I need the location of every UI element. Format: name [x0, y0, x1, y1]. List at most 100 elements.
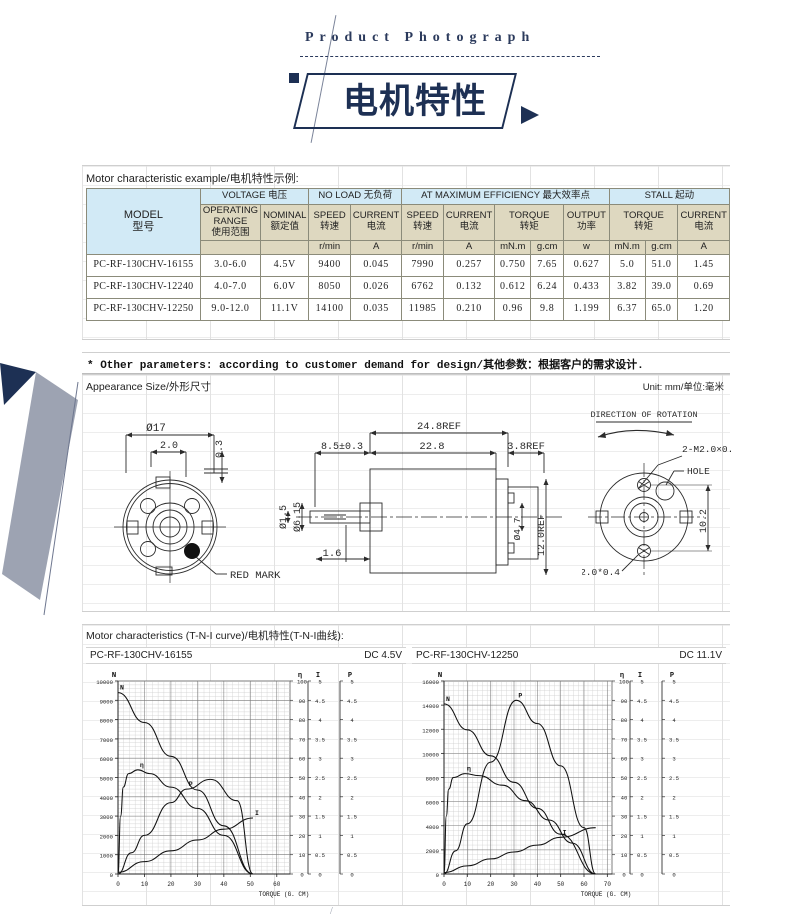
y-tick-label: 4000: [100, 795, 114, 802]
secondary-tick-label: 0.5: [669, 852, 679, 859]
secondary-tick-label: 4: [318, 717, 322, 724]
motor-spec-table: MODEL 型号 VOLTAGE 电压 NO LOAD 无负荷 AT MAXIM…: [86, 188, 731, 321]
footer-mark: /: [330, 906, 333, 917]
secondary-tick-label: 1.5: [669, 814, 679, 821]
unit-eff-current: A: [442, 239, 496, 255]
series-label-P: P: [518, 692, 522, 699]
x-tick-label: 50: [247, 881, 255, 888]
secondary-tick-label: 3: [350, 756, 353, 763]
cell-stall-torque-gcm: 51.0: [644, 253, 679, 277]
header-output: OUTPUT 功率: [563, 204, 610, 241]
page-header: Product Photograph 电机特性: [0, 0, 807, 160]
cell-stall-current: 0.69: [677, 275, 730, 299]
cell-eff-current: 0.210: [442, 297, 496, 321]
cell-eff-speed: 6762: [401, 275, 444, 299]
cell-model: PC-RF-130CHV-12240: [86, 275, 201, 299]
side-view-terminal-dia-label: Ø4.7: [512, 518, 523, 541]
cell-output-w: 1.199: [563, 297, 610, 321]
secondary-tick-label: 2: [318, 794, 321, 801]
cell-operating-range: 9.0-12.0: [199, 297, 262, 321]
secondary-tick-label: 40: [299, 794, 306, 801]
cell-noload-speed: 8050: [308, 275, 351, 299]
cell-stall-torque-gcm: 39.0: [644, 275, 679, 299]
header-model-en: MODEL: [123, 208, 163, 221]
spec-table-body: PC-RF-130CHV-16155 3.0-6.0 4.5V 9400 0.045 79…: [86, 253, 730, 321]
header-eff-torque: TORQUE 转矩: [494, 204, 565, 241]
x-tick-label: 60: [580, 881, 588, 888]
secondary-tick-label: 5: [640, 679, 643, 686]
spec-table-head: MODEL 型号 VOLTAGE 电压 NO LOAD 无负荷 AT MAXIM…: [86, 188, 731, 255]
secondary-tick-label: 0.5: [315, 852, 325, 859]
header-noload-speed-cn: 转速: [320, 221, 340, 233]
secondary-tick-label: 2.5: [315, 775, 325, 782]
header-square-bullet: [289, 73, 299, 83]
spec-group-header-row: MODEL 型号 VOLTAGE 电压 NO LOAD 无负荷 AT MAXIM…: [86, 188, 731, 255]
secondary-tick-label: 4.5: [669, 698, 679, 705]
cell-stall-torque-mnm: 3.82: [608, 275, 646, 299]
spec-sheet: Motor characteristic example/电机特性示例: MOD…: [82, 165, 731, 340]
y-tick-label: 6000: [426, 800, 440, 807]
front-view-dim-2-0: 2.0: [160, 441, 178, 452]
secondary-tick-label: 100: [297, 679, 308, 686]
front-view-drawing: Ø17 2.0 0.3 RED MARK: [114, 423, 281, 583]
x-tick-label: 10: [141, 881, 149, 888]
secondary-tick-label: 1.5: [347, 814, 357, 821]
secondary-tick-label: 50: [299, 775, 306, 782]
cell-eff-current: 0.132: [442, 275, 496, 299]
secondary-tick-label: 3.5: [637, 736, 647, 743]
x-axis-label: TORQUE (G. CM): [259, 891, 309, 898]
unit-eff-speed: r/min: [401, 239, 444, 255]
x-tick-label: 60: [273, 881, 281, 888]
series-label-I: I: [563, 829, 567, 836]
secondary-tick-label: 1.5: [637, 814, 647, 821]
y-tick-label: 7000: [100, 737, 114, 744]
cell-stall-current: 1.45: [677, 253, 730, 277]
series-label-N: N: [120, 685, 124, 692]
rear-view-hole-label: HOLE: [687, 466, 710, 477]
y-tick-label: 8000: [100, 718, 114, 725]
series-label-P: P: [189, 781, 193, 788]
other-parameters-note-text: * Other parameters: according to custome…: [87, 360, 644, 372]
secondary-tick-label: 3: [318, 756, 321, 763]
cell-noload-current: 0.045: [349, 253, 403, 277]
decoration-band: [2, 372, 78, 600]
cell-output-w: 0.627: [563, 253, 610, 277]
header-noload-current: CURRENT 电流: [349, 204, 403, 241]
cell-model: PC-RF-130CHV-12250: [86, 297, 201, 321]
secondary-tick-label: 3.5: [315, 736, 325, 743]
side-view-shaft-length-label: 8.5±0.3: [321, 442, 363, 453]
secondary-tick-label: 2: [640, 794, 643, 801]
x-tick-label: 20: [167, 881, 175, 888]
y-tick-label: 2000: [100, 833, 114, 840]
secondary-tick-label: 80: [621, 717, 628, 724]
series-label-η: η: [140, 762, 144, 769]
y-tick-label: 8000: [426, 776, 440, 783]
x-tick-label: 40: [534, 881, 542, 888]
x-axis-label: TORQUE (G. CM): [581, 891, 631, 898]
cell-model: PC-RF-130CHV-16155: [86, 253, 201, 277]
left-curve-header: PC-RF-130CHV-16155 DC 4.5V: [86, 647, 406, 664]
characteristic-chart-svg: 0200040006000800010000120001400016000N0 1…: [422, 672, 679, 898]
unit-stall-current: A: [677, 239, 730, 255]
y-tick-label: 0: [436, 872, 440, 879]
secondary-tick-label: 2.5: [669, 775, 679, 782]
secondary-tick-label: 30: [621, 814, 628, 821]
secondary-tick-label: 100: [619, 679, 630, 686]
cell-eff-current: 0.257: [442, 253, 496, 277]
cell-eff-torque-mnm: 0.96: [494, 297, 532, 321]
secondary-tick-label: 0: [350, 872, 354, 879]
table-row: PC-RF-130CHV-16155 3.0-6.0 4.5V 9400 0.045 79…: [86, 253, 730, 277]
secondary-tick-label: 0.5: [637, 852, 647, 859]
appearance-caption: Appearance Size/外形尺寸: [86, 381, 211, 393]
header-group-maxeff: AT MAXIMUM EFFICIENCY 最大效率点: [401, 188, 610, 205]
cell-noload-current: 0.035: [349, 297, 403, 321]
header-group-noload: NO LOAD 无负荷: [308, 188, 403, 205]
secondary-tick-label: 90: [621, 698, 628, 705]
left-characteristic-chart: 0 1000 2000 3000 4000 5000 6000 7000 8000 9000 100…: [84, 667, 406, 902]
secondary-tick-label: 3.5: [347, 736, 357, 743]
header-group-stall: STALL 起动: [608, 188, 731, 205]
cell-nominal: 11.1V: [260, 297, 310, 321]
secondary-tick-label: 70: [621, 736, 628, 743]
secondary-tick-label: 2.5: [347, 775, 357, 782]
secondary-tick-label: 0: [672, 872, 676, 879]
